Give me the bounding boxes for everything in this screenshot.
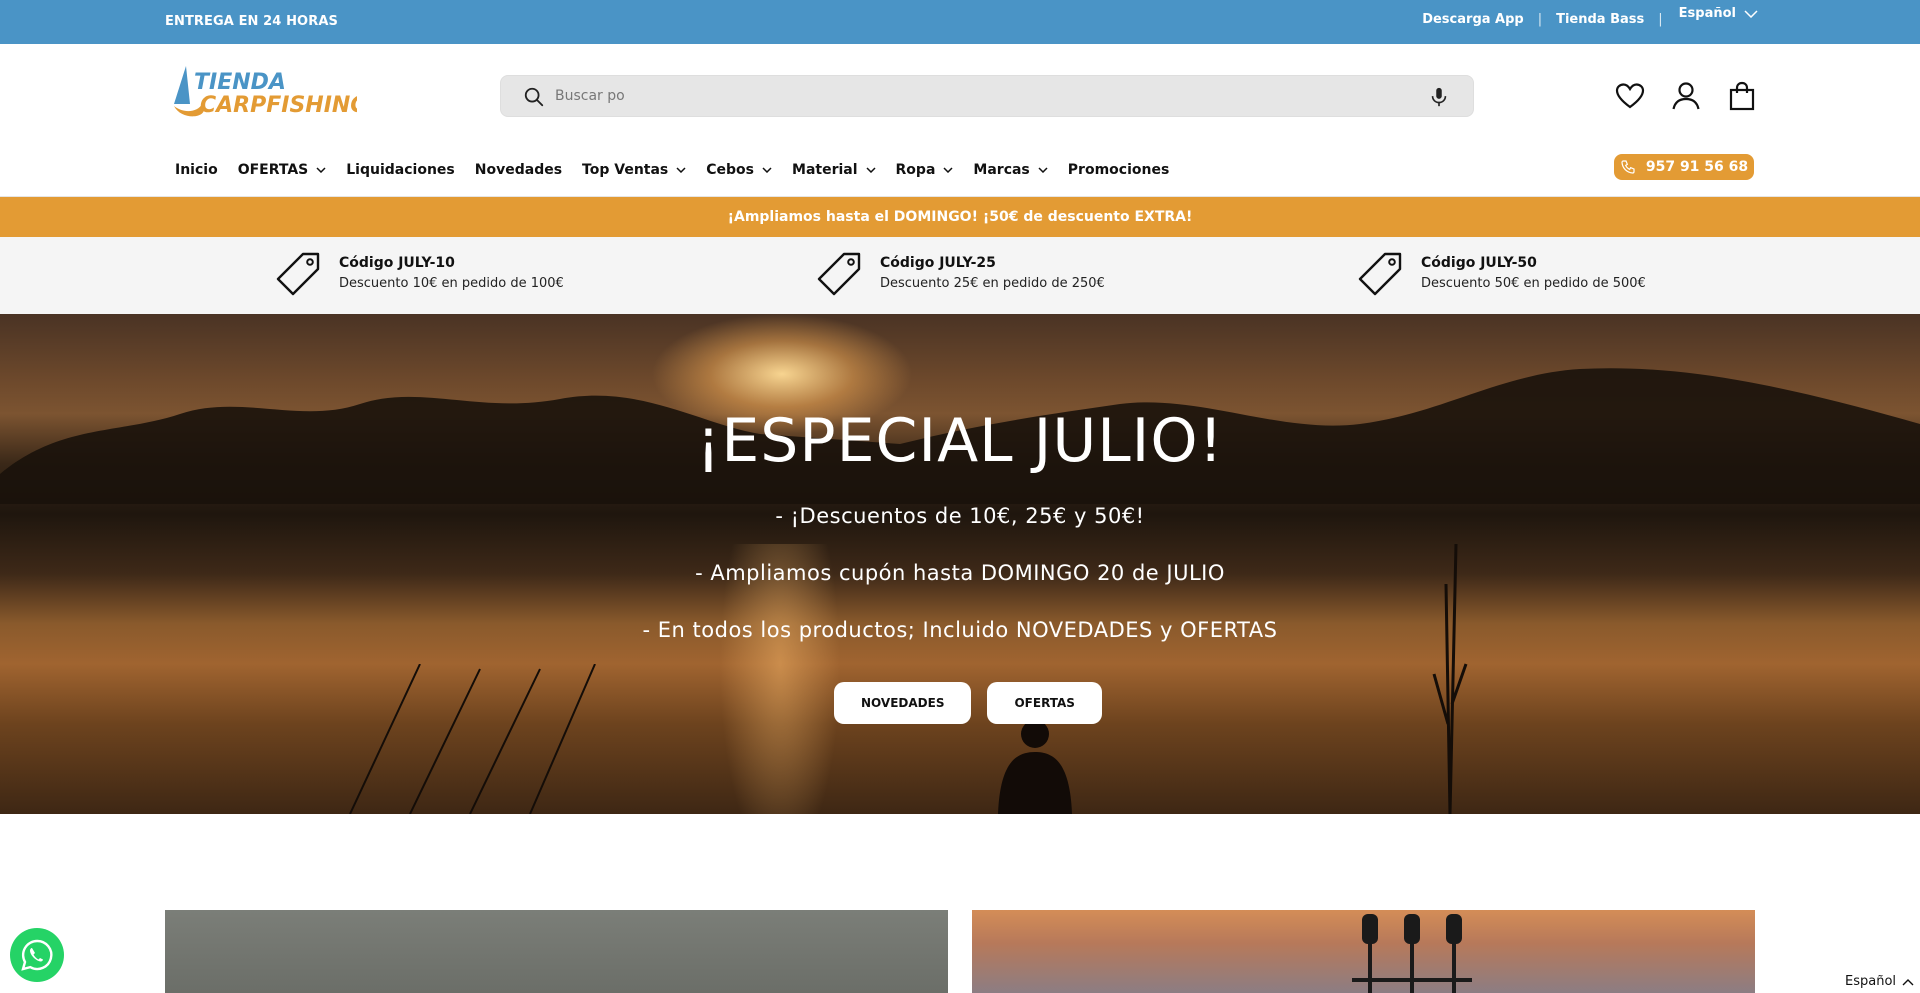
- nav-item-label: Cebos: [706, 162, 755, 178]
- top-announcement-bar: ENTREGA EN 24 HORAS Descarga App | Tiend…: [0, 0, 1920, 44]
- nav-item-label: Material: [792, 162, 858, 178]
- phone-number: 957 91 56 68: [1645, 159, 1749, 175]
- chevron-down-icon: [676, 167, 686, 173]
- hero-line: - Ampliamos cupón hasta DOMINGO 20 de JU…: [695, 561, 1225, 585]
- collection-tile-right[interactable]: [972, 910, 1755, 993]
- account-button[interactable]: [1670, 80, 1702, 112]
- language-label-bottom: Español: [1845, 974, 1897, 989]
- logo-mark-icon: TIENDA CARPFISHING: [174, 66, 368, 118]
- chevron-down-icon: [1744, 9, 1758, 18]
- price-tag-icon: [817, 252, 861, 296]
- separator: |: [1537, 12, 1543, 27]
- discount-code-item: Código JULY-10 Descuento 10€ en pedido d…: [275, 252, 564, 297]
- nav-item-label: Liquidaciones: [346, 162, 455, 178]
- hero-line: - En todos los productos; Incluido NOVED…: [642, 618, 1278, 642]
- delivery-notice: ENTREGA EN 24 HORAS: [165, 14, 338, 29]
- nav-item-top-ventas[interactable]: Top Ventas: [582, 162, 686, 178]
- search-bar: [500, 75, 1474, 117]
- collection-tile-left[interactable]: [165, 910, 948, 993]
- phone-icon: [1621, 160, 1635, 174]
- discount-code-item: Código JULY-50 Descuento 50€ en pedido d…: [1357, 252, 1646, 297]
- price-tag-icon: [1358, 252, 1402, 296]
- chevron-up-icon: [1902, 978, 1914, 985]
- whatsapp-icon: [21, 939, 53, 971]
- tienda-bass-link[interactable]: Tienda Bass: [1556, 12, 1644, 27]
- nav-item-label: Ropa: [895, 162, 936, 178]
- nav-item-label: Marcas: [973, 162, 1030, 178]
- cart-button[interactable]: [1726, 80, 1758, 112]
- nav-item-ofertas[interactable]: OFERTAS: [238, 162, 327, 178]
- store-logo[interactable]: TIENDA CARPFISHING: [172, 64, 368, 120]
- discount-code-desc: Descuento 50€ en pedido de 500€: [1421, 276, 1646, 291]
- discount-code-title: Código JULY-10: [339, 255, 455, 271]
- nav-item-label: Inicio: [175, 162, 218, 178]
- search-input[interactable]: [555, 82, 1395, 110]
- price-tag-icon: [276, 252, 320, 296]
- fishing-rods-icon: [349, 664, 596, 814]
- hero-title: ¡ESPECIAL JULIO!: [696, 406, 1224, 476]
- nav-item-cebos[interactable]: Cebos: [706, 162, 772, 178]
- discount-code-desc: Descuento 10€ en pedido de 100€: [339, 276, 564, 291]
- chevron-down-icon: [762, 167, 772, 173]
- nav-item-material[interactable]: Material: [792, 162, 876, 178]
- discount-code-title: Código JULY-50: [1421, 255, 1537, 271]
- nav-item-marcas[interactable]: Marcas: [973, 162, 1048, 178]
- nav-item-inicio[interactable]: Inicio: [175, 162, 218, 178]
- nav-item-ropa[interactable]: Ropa: [896, 162, 954, 178]
- ofertas-button[interactable]: OFERTAS: [987, 682, 1102, 724]
- hero-line: - ¡Descuentos de 10€, 25€ y 50€!: [775, 504, 1145, 528]
- shopping-bag-icon: [1729, 81, 1755, 111]
- wishlist-button[interactable]: [1614, 80, 1646, 112]
- promo-banner: ¡Ampliamos hasta el DOMINGO! ¡50€ de des…: [0, 197, 1920, 237]
- nav-item-label: Promociones: [1067, 162, 1170, 178]
- search-icon[interactable]: [523, 86, 545, 108]
- nav-item-label: Top Ventas: [582, 162, 669, 178]
- main-navigation: Inicio OFERTAS Liquidaciones Novedades Top V…: [175, 162, 1189, 178]
- hero-buttons: NOVEDADES OFERTAS: [834, 682, 1102, 724]
- logo-text-top: TIENDA: [194, 70, 286, 95]
- logo-text-bottom: CARPFISHING: [200, 93, 357, 118]
- site-header: TIENDA CARPFISHING: [0, 44, 1920, 146]
- nav-item-label: Novedades: [474, 162, 563, 178]
- discount-code-title: Código JULY-25: [880, 255, 996, 271]
- language-switcher-bottom[interactable]: Español: [1845, 974, 1914, 989]
- discount-code-item: Código JULY-25 Descuento 25€ en pedido d…: [816, 252, 1105, 297]
- rod-pod-icon: [1352, 914, 1472, 993]
- chevron-down-icon: [943, 167, 953, 173]
- microphone-icon[interactable]: [1429, 86, 1449, 108]
- discount-code-desc: Descuento 25€ en pedido de 250€: [880, 276, 1105, 291]
- language-selector[interactable]: Español: [1679, 6, 1758, 21]
- top-links: Descarga App | Tienda Bass | Español: [1422, 6, 1758, 27]
- nav-item-novedades[interactable]: Novedades: [475, 162, 562, 178]
- separator: |: [1658, 12, 1663, 27]
- discount-codes-strip: Código JULY-10 Descuento 10€ en pedido d…: [0, 237, 1920, 314]
- header-icons: [1614, 80, 1758, 112]
- chevron-down-icon: [866, 167, 876, 173]
- heart-icon: [1615, 83, 1645, 109]
- nav-item-liquidaciones[interactable]: Liquidaciones: [346, 162, 455, 178]
- whatsapp-button[interactable]: [10, 928, 64, 982]
- phone-button[interactable]: 957 91 56 68: [1614, 154, 1754, 180]
- nav-item-promociones[interactable]: Promociones: [1068, 162, 1170, 178]
- angler-silhouette-icon: [998, 720, 1072, 814]
- hero-banner: ¡ESPECIAL JULIO! - ¡Descuentos de 10€, 2…: [0, 314, 1920, 814]
- chevron-down-icon: [316, 167, 326, 173]
- novedades-button[interactable]: NOVEDADES: [834, 682, 972, 724]
- user-icon: [1672, 82, 1700, 110]
- language-label: Español: [1678, 6, 1736, 21]
- nav-item-label: OFERTAS: [237, 162, 309, 178]
- download-app-link[interactable]: Descarga App: [1422, 12, 1524, 27]
- chevron-down-icon: [1038, 167, 1048, 173]
